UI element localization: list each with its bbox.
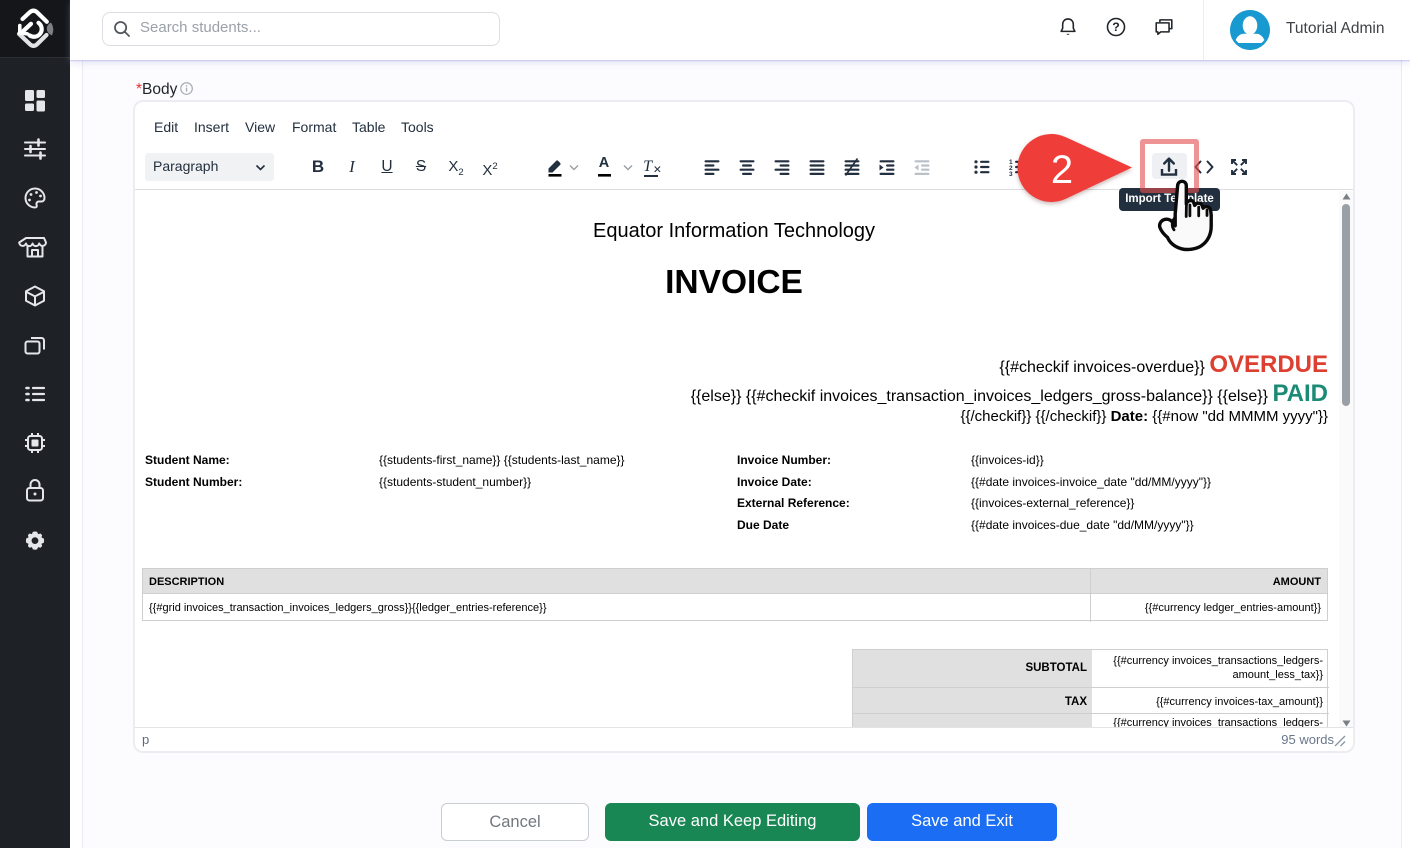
svg-text:2: 2 bbox=[1051, 148, 1073, 192]
svg-text:?: ? bbox=[1112, 20, 1120, 34]
